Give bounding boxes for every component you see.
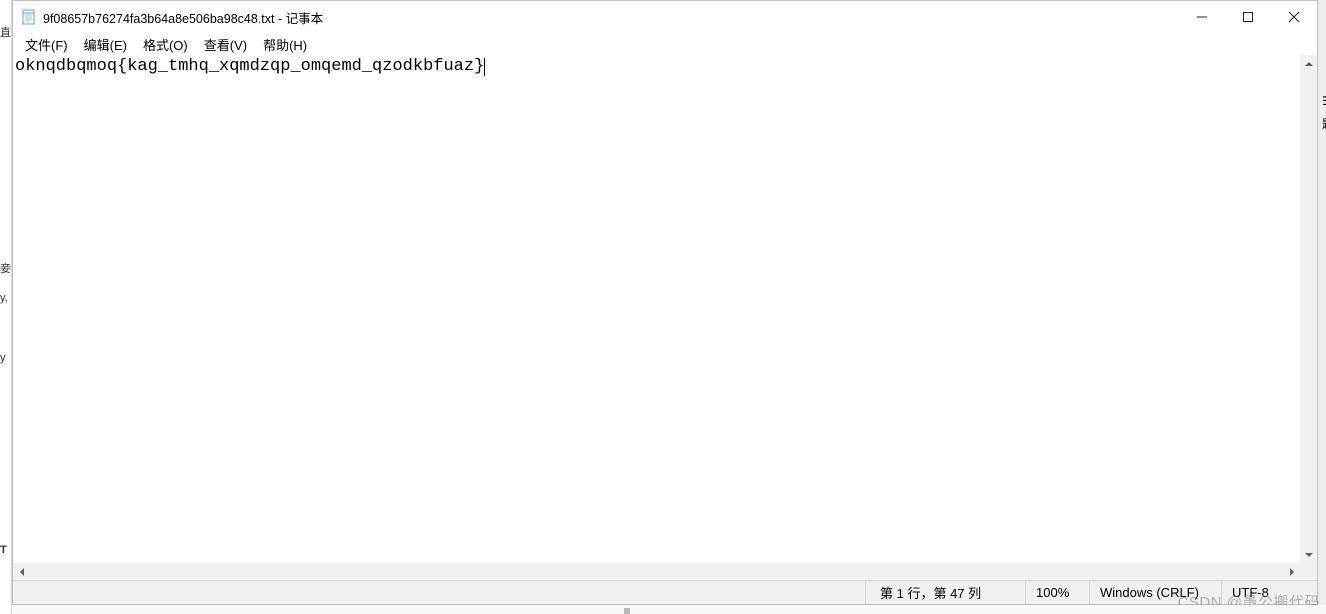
- text-caret: [484, 58, 485, 76]
- statusbar: 第 1 行，第 47 列 100% Windows (CRLF) UTF-8: [13, 580, 1317, 604]
- scroll-left-button[interactable]: [13, 563, 30, 580]
- notepad-icon: [21, 9, 37, 25]
- scroll-track-h[interactable]: [30, 563, 1283, 580]
- scroll-right-button[interactable]: [1283, 563, 1300, 580]
- sliver-char: ☰: [1322, 94, 1326, 108]
- menu-view[interactable]: 查看(V): [196, 34, 255, 55]
- scroll-track[interactable]: [1300, 72, 1317, 546]
- menu-format[interactable]: 格式(O): [135, 34, 196, 55]
- minimize-button[interactable]: [1179, 1, 1225, 33]
- titlebar[interactable]: 9f08657b76274fa3b64a8e506ba98c48.txt - 记…: [13, 1, 1317, 33]
- vertical-scrollbar[interactable]: [1300, 55, 1317, 563]
- maximize-button[interactable]: [1225, 1, 1271, 33]
- background-right-sliver: ☰ 题: [1322, 0, 1326, 614]
- background-left-sliver: 直 妾 y, y T: [0, 0, 12, 614]
- status-encoding: UTF-8: [1221, 581, 1317, 604]
- chevron-right-icon: [1290, 568, 1294, 576]
- sliver-char: 题: [1322, 115, 1326, 132]
- scroll-corner: [1300, 563, 1317, 580]
- chevron-left-icon: [20, 568, 24, 576]
- horizontal-scrollbar[interactable]: [13, 563, 1317, 580]
- sliver-char: y,: [0, 292, 8, 304]
- text-content: oknqdbqmoq{kag_tmhq_xqmdzqp_omqemd_qzodk…: [15, 57, 484, 76]
- status-eol: Windows (CRLF): [1089, 581, 1221, 604]
- menu-file[interactable]: 文件(F): [17, 34, 76, 55]
- status-spacer: [13, 581, 865, 604]
- sliver-char: T: [0, 544, 7, 556]
- window-title: 9f08657b76274fa3b64a8e506ba98c48.txt - 记…: [43, 8, 1179, 27]
- chevron-down-icon: [1305, 553, 1313, 557]
- notepad-window: 9f08657b76274fa3b64a8e506ba98c48.txt - 记…: [12, 0, 1318, 605]
- status-position: 第 1 行，第 47 列: [865, 581, 1025, 604]
- background-bottom-mark: [624, 608, 630, 614]
- background-bottom-gap: [12, 605, 1326, 614]
- scroll-down-button[interactable]: [1300, 546, 1317, 563]
- menu-help[interactable]: 帮助(H): [255, 34, 315, 55]
- sliver-char: 直: [0, 24, 11, 40]
- sliver-char: 妾: [0, 260, 11, 276]
- menubar: 文件(F) 编辑(E) 格式(O) 查看(V) 帮助(H): [13, 33, 1317, 55]
- text-editor[interactable]: oknqdbqmoq{kag_tmhq_xqmdzqp_omqemd_qzodk…: [13, 55, 1300, 563]
- menu-edit[interactable]: 编辑(E): [76, 34, 135, 55]
- chevron-up-icon: [1305, 62, 1313, 66]
- window-controls: [1179, 1, 1317, 33]
- scroll-up-button[interactable]: [1300, 55, 1317, 72]
- client-area: oknqdbqmoq{kag_tmhq_xqmdzqp_omqemd_qzodk…: [13, 55, 1317, 563]
- close-button[interactable]: [1271, 1, 1317, 33]
- sliver-char: y: [0, 352, 6, 364]
- status-zoom: 100%: [1025, 581, 1089, 604]
